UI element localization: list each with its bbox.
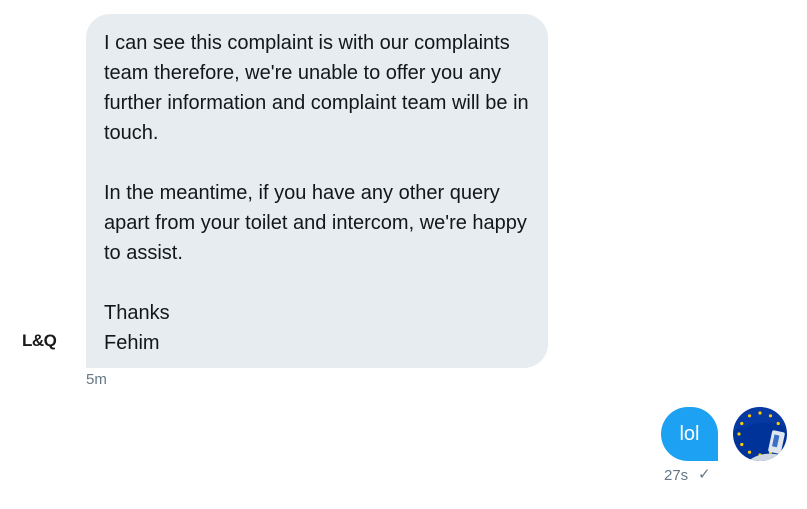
outgoing-timestamp: 27s [664,467,689,484]
sender-avatar-logo[interactable]: L&Q [22,330,68,352]
eu-flag-avatar-icon [733,407,787,461]
message-paragraph: I can see this complaint is with our com… [104,32,529,144]
dm-conversation: I can see this complaint is with our com… [0,0,807,509]
incoming-timestamp: 5m [86,371,107,388]
message-paragraph: In the meantime, if you have any other q… [104,182,527,264]
user-avatar[interactable] [733,407,787,461]
incoming-message-bubble[interactable]: I can see this complaint is with our com… [86,14,548,368]
outgoing-message-bubble[interactable]: lol [661,407,718,461]
sent-check-icon: ✓ [698,466,711,483]
message-signature: Fehim [104,332,160,354]
message-signoff: Thanks [104,302,170,324]
